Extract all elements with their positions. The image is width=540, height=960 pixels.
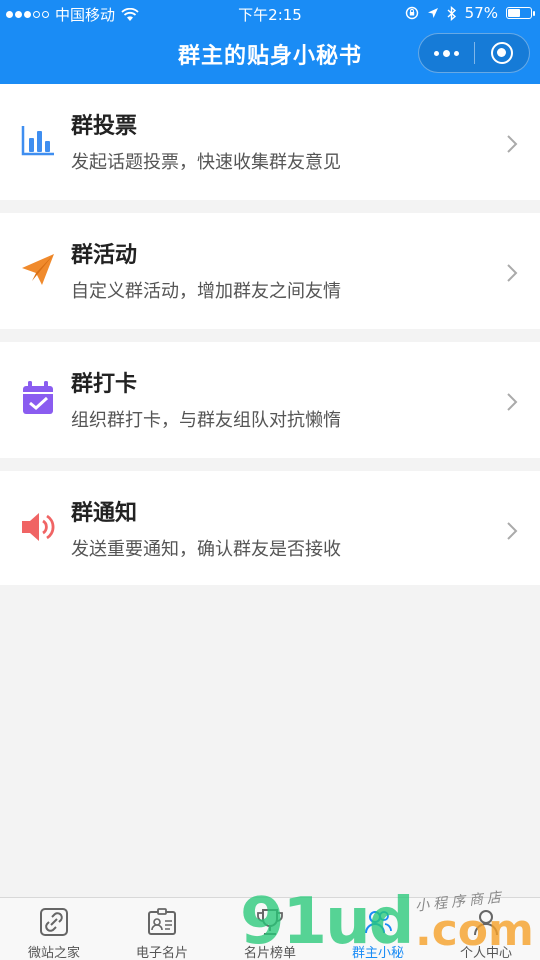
target-icon: [490, 42, 513, 64]
bluetooth-icon: [447, 5, 456, 21]
tab-business-card[interactable]: 电子名片: [108, 898, 216, 960]
chevron-right-icon: [507, 393, 518, 411]
location-icon: [427, 8, 438, 18]
speaker-icon: [22, 513, 55, 541]
item-title: 群投票: [71, 114, 138, 139]
tab-card-ranking[interactable]: 名片榜单: [216, 898, 324, 960]
item-description: 自定义群活动，增加群友之间友情: [71, 281, 341, 302]
tab-label: 名片榜单: [243, 946, 296, 960]
status-bar: 中国移动 下午2:15 57%: [0, 0, 540, 28]
item-group-activity[interactable]: 群活动 自定义群活动，增加群友之间友情: [0, 213, 540, 329]
item-description: 发起话题投票，快速收集群友意见: [71, 152, 341, 173]
orientation-lock-icon: [405, 6, 418, 20]
trophy-icon: [257, 909, 283, 935]
item-group-checkin[interactable]: 群打卡 组织群打卡，与群友组队对抗懒惰: [0, 342, 540, 458]
tab-label: 个人中心: [459, 946, 512, 960]
battery-fill: [508, 9, 520, 17]
item-group-vote[interactable]: 群投票 发起话题投票，快速收集群友意见: [0, 84, 540, 200]
link-icon: [40, 908, 68, 936]
item-description: 组织群打卡，与群友组队对抗懒惰: [71, 410, 341, 431]
chevron-right-icon: [507, 522, 518, 540]
calendar-check-icon: [23, 381, 53, 414]
group-icon: [365, 911, 392, 934]
tab-label: 群主小秘: [351, 946, 404, 960]
item-group-notice[interactable]: 群通知 发送重要通知，确认群友是否接收: [0, 471, 540, 585]
item-title: 群打卡: [71, 372, 138, 397]
status-right: 57%: [405, 4, 535, 22]
top-bar: 中国移动 下午2:15 57% 群主的贴身小秘书: [0, 0, 540, 84]
paper-plane-icon: [22, 254, 54, 285]
tab-personal-center[interactable]: 个人中心: [432, 898, 540, 960]
tab-group-secretary[interactable]: 群主小秘: [324, 898, 432, 960]
more-button[interactable]: [419, 34, 474, 72]
item-title: 群通知: [71, 501, 138, 526]
item-title: 群活动: [71, 243, 138, 268]
bar-chart-icon: [21, 126, 54, 156]
chevron-right-icon: [507, 135, 518, 153]
tab-bar: 微站之家 电子名片 名片榜单 群主小秘 个人中心: [0, 897, 540, 960]
tab-label: 电子名片: [135, 946, 188, 960]
battery-percent: 57%: [464, 4, 498, 22]
business-card-icon: [148, 908, 176, 935]
close-button[interactable]: [475, 34, 530, 72]
battery-icon: [506, 7, 535, 19]
mini-program-capsule: [418, 33, 530, 73]
chevron-right-icon: [507, 264, 518, 282]
more-dots-icon: [433, 49, 459, 57]
tab-weizhan-home[interactable]: 微站之家: [0, 898, 108, 960]
tab-label: 微站之家: [27, 946, 80, 960]
item-description: 发送重要通知，确认群友是否接收: [71, 539, 341, 560]
person-icon: [474, 910, 498, 936]
